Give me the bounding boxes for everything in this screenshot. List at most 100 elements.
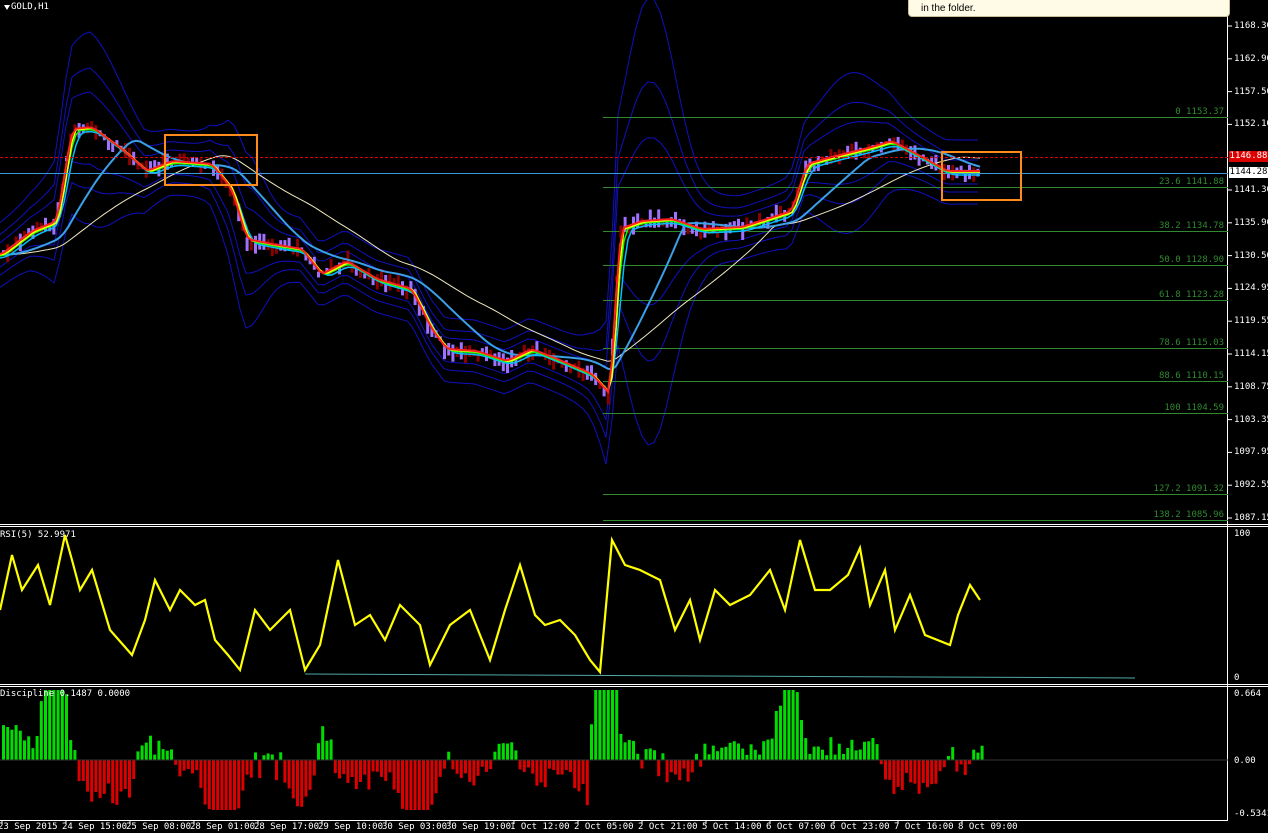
discipline-bar <box>342 760 346 775</box>
discipline-bar <box>333 760 337 774</box>
discipline-bar <box>308 760 312 790</box>
discipline-bar <box>212 760 215 810</box>
discipline-bar <box>619 733 623 760</box>
time-tick: 1 Oct 12:00 <box>510 822 570 832</box>
discipline-bar <box>228 760 232 810</box>
discipline-bar <box>434 760 438 794</box>
discipline-bar <box>875 744 879 760</box>
discipline-bar <box>401 760 404 809</box>
discipline-bar <box>926 760 929 788</box>
discipline-bar <box>388 760 392 773</box>
discipline-bar <box>6 727 10 760</box>
discipline-bar <box>384 760 388 781</box>
discipline-bar <box>149 735 152 760</box>
discipline-bar <box>678 760 682 781</box>
fib-label: 50.0 1128.90 <box>1158 255 1224 265</box>
discipline-bar <box>329 739 333 760</box>
discipline-bar <box>56 690 60 760</box>
discipline-bar <box>959 760 963 765</box>
discipline-bar <box>774 711 778 760</box>
discipline-bar <box>203 760 207 805</box>
price-tick: 1092.55 <box>1234 480 1268 491</box>
discipline-bar <box>527 760 530 768</box>
discipline-title: Discipline 0.1487 0.0000 <box>0 689 131 699</box>
candle <box>199 158 203 174</box>
discipline-bar <box>976 752 980 760</box>
candle <box>867 144 871 159</box>
discipline-bar <box>728 742 732 760</box>
discipline-bar <box>972 749 976 760</box>
discipline-bar <box>947 756 950 760</box>
price-chart[interactable] <box>0 0 1268 833</box>
discipline-bar <box>644 749 648 760</box>
discipline-bar <box>548 760 551 769</box>
candle <box>959 165 963 171</box>
tooltip-text: in the folder. <box>921 3 976 14</box>
discipline-bar <box>514 750 518 760</box>
discipline-bar <box>917 760 921 794</box>
discipline-bar <box>249 760 253 778</box>
discipline-bar <box>766 739 770 760</box>
discipline-bar <box>787 690 791 760</box>
price-tick: 1162.90 <box>1234 53 1268 64</box>
discipline-bar <box>224 760 228 810</box>
discipline-bar <box>539 760 543 783</box>
discipline-bar <box>552 760 556 771</box>
time-tick: 6 Oct 07:00 <box>766 822 826 832</box>
discipline-bar <box>556 760 560 775</box>
discipline-bar <box>60 690 64 760</box>
discipline-bar <box>346 760 350 783</box>
candle <box>254 235 257 254</box>
discipline-bar <box>31 748 35 760</box>
discipline-bar <box>573 760 577 789</box>
discipline-bar <box>375 760 379 772</box>
discipline-bar <box>296 760 299 807</box>
discipline-bar <box>686 760 690 782</box>
discipline-bar <box>846 748 850 760</box>
discipline-bar <box>560 760 564 775</box>
discipline-bar <box>77 760 81 782</box>
discipline-bar <box>438 760 442 777</box>
discipline-bar <box>955 760 959 772</box>
discipline-bar <box>409 760 413 810</box>
time-tick: 30 Sep 03:00 <box>382 822 448 832</box>
discipline-bar <box>816 746 820 760</box>
discipline-bar <box>371 760 375 772</box>
discipline-bar <box>581 760 585 784</box>
discipline-bar <box>489 760 493 770</box>
discipline-bar <box>762 741 766 760</box>
discipline-bar <box>863 741 866 760</box>
discipline-bar <box>669 760 673 773</box>
discipline-bar <box>304 760 308 797</box>
discipline-bar <box>535 760 539 786</box>
discipline-bar <box>485 760 488 772</box>
discipline-bar <box>464 760 467 774</box>
discipline-bar <box>396 760 400 793</box>
price-tick: 1135.90 <box>1234 217 1268 228</box>
time-tick: 6 Oct 23:00 <box>830 822 890 832</box>
discipline-bar <box>44 690 47 760</box>
candle <box>535 341 539 356</box>
discipline-bar <box>821 749 824 760</box>
rsi-title: RSI(5) 52.9971 <box>0 530 76 540</box>
discipline-bar <box>430 760 434 805</box>
discipline-bar <box>522 760 526 772</box>
discipline-bar <box>837 743 841 760</box>
chart-menu-icon[interactable] <box>4 5 10 10</box>
discipline-bar <box>753 749 757 760</box>
bollinger-band <box>0 160 978 422</box>
time-tick: 2 Oct 21:00 <box>638 822 698 832</box>
discipline-bar <box>216 760 220 810</box>
discipline-bar <box>594 690 598 760</box>
mt4-chart-window[interactable]: GOLD,H1 in the folder. 1168.30 1162.90 115… <box>0 0 1268 833</box>
rsi-level-0: 0 <box>1234 673 1240 683</box>
discipline-bar <box>674 760 677 775</box>
discipline-bar <box>501 743 505 760</box>
discipline-bar <box>321 726 325 760</box>
discipline-bar <box>39 701 43 760</box>
discipline-bar <box>359 760 362 782</box>
fib-label: 38.2 1134.78 <box>1158 221 1224 231</box>
time-tick: 23 Sep 2015 <box>0 822 58 832</box>
discipline-bar <box>10 729 14 760</box>
discipline-bar <box>380 760 383 777</box>
